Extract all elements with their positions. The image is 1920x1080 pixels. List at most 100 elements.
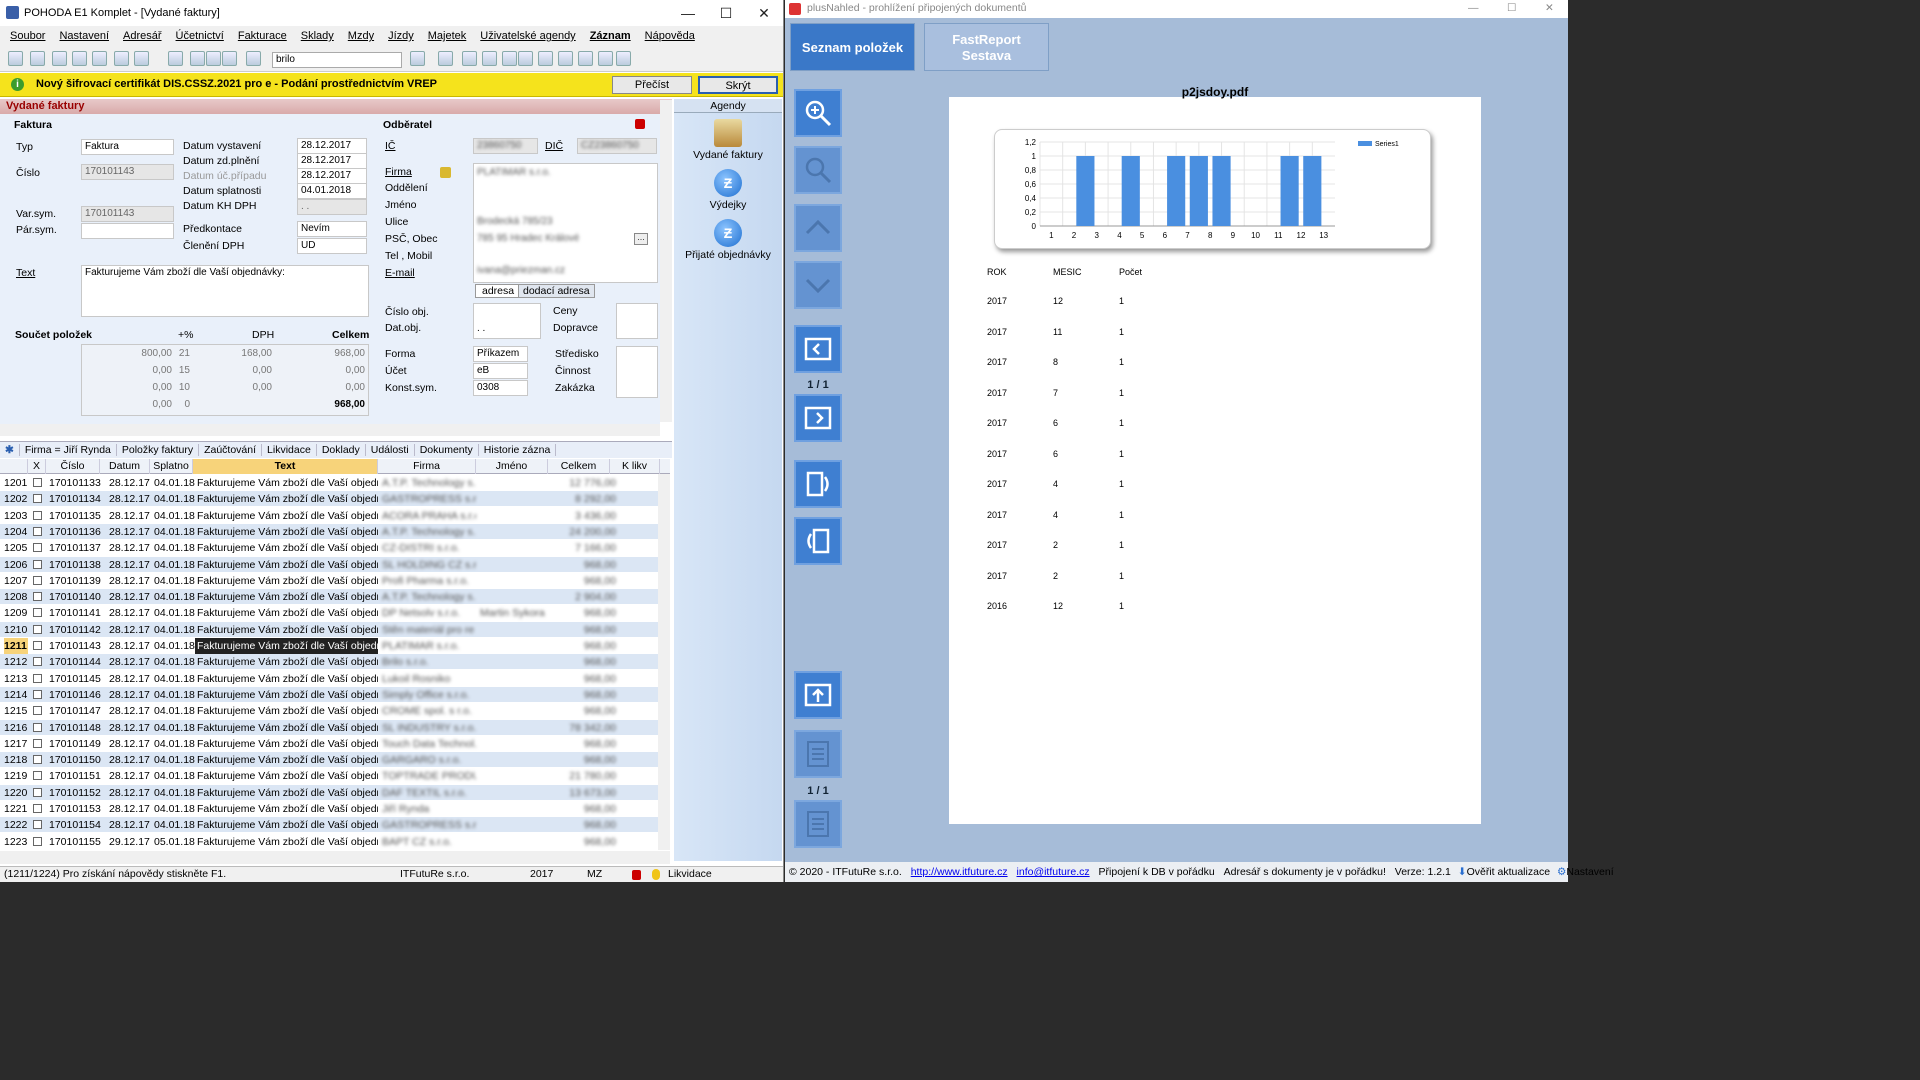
toolbar-button-icon-1[interactable] xyxy=(30,51,45,66)
menu-item-2[interactable]: Adresář xyxy=(123,30,162,42)
table-row[interactable]: 1206 170101138 28.12.17 04.01.18 Fakturujeme… xyxy=(0,556,658,573)
table-row[interactable]: 1210 170101142 28.12.17 04.01.18 Fakturujeme… xyxy=(0,621,658,638)
page-down-button[interactable] xyxy=(794,261,842,309)
row-checkbox[interactable] xyxy=(33,804,42,813)
toolbar-button-icon-11[interactable] xyxy=(246,51,261,66)
rotate-left-button[interactable] xyxy=(794,517,842,565)
tab-dodaci-adresa[interactable]: dodací adresa xyxy=(518,284,595,298)
table-row[interactable]: 1216 170101148 28.12.17 04.01.18 Fakturujeme… xyxy=(0,719,658,736)
email-link[interactable]: info@itfuture.cz xyxy=(1017,866,1090,878)
toolbar-button-icon-12[interactable] xyxy=(410,51,425,66)
toolbar-button-icon-8[interactable] xyxy=(190,51,205,66)
row-checkbox[interactable] xyxy=(33,543,42,553)
toolbar-button-icon-9[interactable] xyxy=(206,51,221,66)
menu-item-9[interactable]: Uživatelské agendy xyxy=(480,30,575,42)
table-row[interactable]: 1203 170101135 28.12.17 04.01.18 Fakturujeme… xyxy=(0,507,658,524)
forma-field[interactable]: Příkazem xyxy=(473,346,528,362)
toolbar-button-icon-6[interactable] xyxy=(134,51,149,66)
detail-tab-7[interactable]: Historie zázna xyxy=(479,444,557,456)
zoom-in-button[interactable] xyxy=(794,89,842,137)
row-checkbox[interactable] xyxy=(33,820,42,830)
detail-tab-2[interactable]: Zaúčtování xyxy=(199,444,263,456)
prev-page-button[interactable] xyxy=(794,730,842,778)
detail-tab-4[interactable]: Doklady xyxy=(317,444,366,456)
table-row[interactable]: 1201 170101133 28.12.17 04.01.18 Fakturujeme… xyxy=(0,475,658,491)
toolbar-search-combo[interactable]: brilo xyxy=(272,52,402,68)
prev-doc-button[interactable] xyxy=(794,325,842,373)
detail-tab-3[interactable]: Likvidace xyxy=(262,444,317,456)
menu-item-11[interactable]: Nápověda xyxy=(645,30,695,42)
row-checkbox[interactable] xyxy=(33,836,42,846)
website-link[interactable]: http://www.itfuture.cz xyxy=(911,866,1008,878)
text-field[interactable]: Fakturujeme Vám zboží dle Vaší objednávk… xyxy=(81,265,369,317)
row-checkbox[interactable] xyxy=(33,559,42,569)
table-row[interactable]: 1219 170101151 28.12.17 04.01.18 Fakturujeme… xyxy=(0,768,658,785)
toolbar-button-icon-7[interactable] xyxy=(168,51,183,66)
table-row[interactable]: 1221 170101153 28.12.17 04.01.18 Fakturujeme… xyxy=(0,801,658,817)
zoom-out-button[interactable] xyxy=(794,146,842,194)
table-row[interactable]: 1223 170101155 29.12.17 05.01.18 Fakturujeme… xyxy=(0,833,658,850)
detail-tab-5[interactable]: Události xyxy=(366,444,415,456)
row-checkbox[interactable] xyxy=(33,738,42,748)
grid-scrollbar[interactable] xyxy=(658,474,670,850)
table-row[interactable]: 1222 170101154 28.12.17 04.01.18 Fakturujeme… xyxy=(0,817,658,834)
cislo-field[interactable]: 170101143 xyxy=(81,164,174,180)
next-doc-button[interactable] xyxy=(794,394,842,442)
close-icon[interactable]: ✕ xyxy=(746,0,782,26)
menu-item-4[interactable]: Fakturace xyxy=(238,30,287,42)
date-field-1[interactable]: 28.12.2017 xyxy=(297,153,367,169)
row-checkbox[interactable] xyxy=(33,689,42,699)
toolbar-button-icon-5[interactable] xyxy=(114,51,129,66)
rotate-right-button[interactable] xyxy=(794,460,842,508)
menu-item-3[interactable]: Účetnictví xyxy=(176,30,224,42)
toolbar-button-icon-10[interactable] xyxy=(222,51,237,66)
form-hscrollbar[interactable] xyxy=(0,424,660,436)
row-checkbox[interactable] xyxy=(33,771,42,781)
toolbar-button-icon-16[interactable] xyxy=(502,51,517,66)
grid-header-1[interactable]: Číslo xyxy=(46,459,100,474)
grid-header-7[interactable]: Celkem xyxy=(548,459,610,474)
menu-item-7[interactable]: Jízdy xyxy=(388,30,414,42)
table-row[interactable]: 1212 170101144 28.12.17 04.01.18 Fakturujeme… xyxy=(0,654,658,671)
row-checkbox[interactable] xyxy=(33,526,42,536)
grid-header-3[interactable]: Splatno xyxy=(150,459,193,474)
toolbar-button-icon-20[interactable] xyxy=(578,51,593,66)
agenda-vydejky[interactable]: Ƶ Výdejky xyxy=(674,169,782,211)
table-row[interactable]: 1202 170101134 28.12.17 04.01.18 Fakturujeme… xyxy=(0,491,658,508)
parsym-field[interactable] xyxy=(81,223,174,239)
customer-address-box[interactable]: PLATIMAR s.r.o. Brodecká 785/23 785 95 H… xyxy=(473,163,658,283)
row-checkbox[interactable] xyxy=(33,592,42,602)
dic-field[interactable]: CZ23860750 xyxy=(577,138,657,154)
cislo-obj-field[interactable]: . . xyxy=(473,303,541,339)
predkontace-field[interactable]: Nevím xyxy=(297,221,367,237)
row-checkbox[interactable] xyxy=(33,624,42,634)
toolbar-button-icon-18[interactable] xyxy=(538,51,553,66)
more-button[interactable]: … xyxy=(634,233,648,245)
row-checkbox[interactable] xyxy=(33,673,42,683)
row-checkbox[interactable] xyxy=(33,755,42,765)
grid-hscrollbar[interactable] xyxy=(0,851,670,864)
menu-item-1[interactable]: Nastavení xyxy=(59,30,109,42)
table-row[interactable]: 1213 170101145 28.12.17 04.01.18 Fakturujeme… xyxy=(0,670,658,687)
table-row[interactable]: 1211 170101143 28.12.17 04.01.18 Fakturujeme… xyxy=(0,638,658,654)
toolbar-button-icon-2[interactable] xyxy=(52,51,67,66)
toolbar-button-icon-17[interactable] xyxy=(518,51,533,66)
table-row[interactable]: 1218 170101150 28.12.17 04.01.18 Fakturujeme… xyxy=(0,752,658,769)
hide-button[interactable]: Skrýt xyxy=(698,76,778,94)
read-button[interactable]: Přečíst xyxy=(612,76,692,94)
agenda-prijate-objednavky[interactable]: Ƶ Přijaté objednávky xyxy=(674,219,782,261)
export-button[interactable] xyxy=(794,671,842,719)
close-icon[interactable]: ✕ xyxy=(1545,0,1554,16)
row-checkbox[interactable] xyxy=(33,494,42,504)
maximize-icon[interactable]: ☐ xyxy=(708,0,744,26)
typ-select[interactable]: Faktura xyxy=(81,139,174,155)
row-checkbox[interactable] xyxy=(33,478,42,487)
ceny-field[interactable] xyxy=(616,303,658,339)
fastreport-button[interactable]: FastReport Sestava xyxy=(924,23,1049,71)
grid-header-0[interactable]: X xyxy=(28,459,46,474)
ucet-field[interactable]: eB xyxy=(473,363,528,379)
ic-field[interactable]: 23860750 xyxy=(473,138,538,154)
grid-header-4[interactable]: Text xyxy=(193,459,378,474)
agenda-vydane-faktury[interactable]: Vydané faktury xyxy=(674,119,782,161)
table-row[interactable]: 1215 170101147 28.12.17 04.01.18 Fakturujeme… xyxy=(0,703,658,720)
